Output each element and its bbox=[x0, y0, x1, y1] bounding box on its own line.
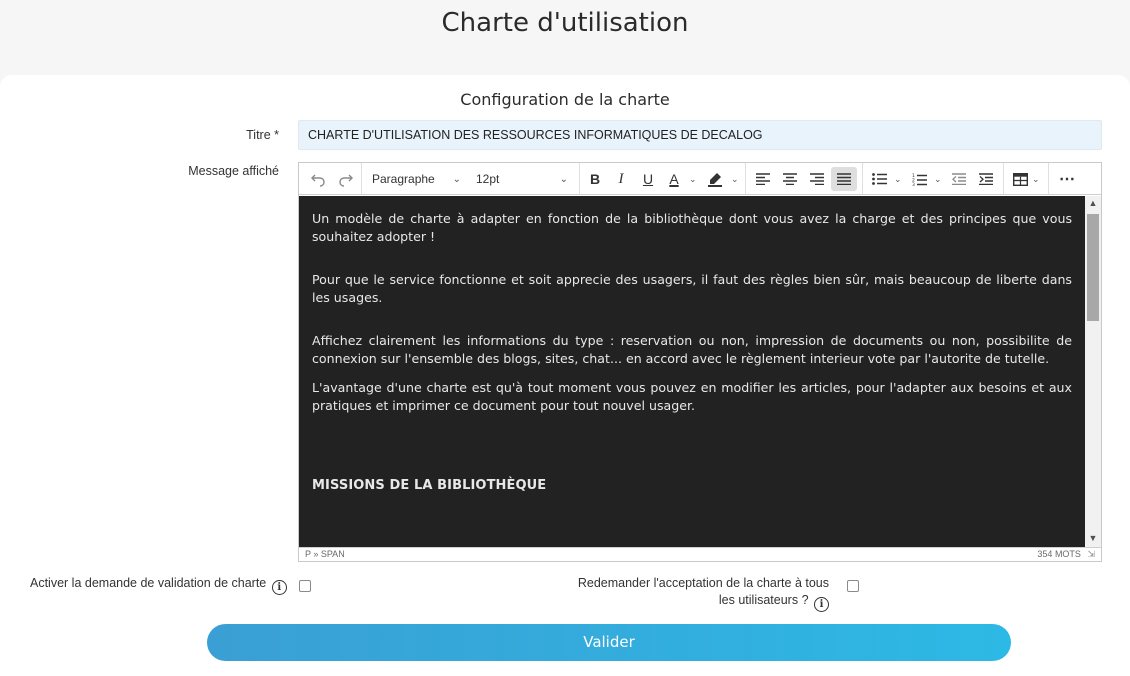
undo-icon[interactable] bbox=[305, 167, 331, 191]
reask-acceptance-label: Redemander l'acceptation de la charte à … bbox=[577, 576, 829, 612]
block-format-select[interactable]: Paragraphe ⌄ bbox=[362, 167, 467, 191]
text-color-button[interactable]: A bbox=[662, 167, 686, 191]
bullet-list-icon[interactable] bbox=[866, 167, 892, 191]
content-paragraph: L'avantage d'une charte est qu'à tout mo… bbox=[312, 380, 1072, 413]
align-center-icon[interactable] bbox=[777, 167, 803, 191]
rich-text-editor: Paragraphe ⌄ 12pt ⌄ B I U A ⌄ ⌄ ⌄ 1 2 3 … bbox=[298, 162, 1102, 562]
editor-toolbar: Paragraphe ⌄ 12pt ⌄ B I U A ⌄ ⌄ ⌄ 1 2 3 … bbox=[299, 163, 1101, 195]
enable-validation-checkbox[interactable] bbox=[299, 580, 311, 592]
section-title: Configuration de la charte bbox=[460, 90, 670, 109]
block-format-value: Paragraphe bbox=[372, 172, 435, 186]
message-label: Message affiché bbox=[188, 164, 279, 178]
content-paragraph: Un modèle de charte à adapter en fonctio… bbox=[312, 211, 1072, 244]
content-paragraph: Affichez clairement les informations du … bbox=[312, 333, 1072, 366]
content-paragraph: Pour que le service fonctionne et soit a… bbox=[312, 272, 1072, 305]
align-left-icon[interactable] bbox=[750, 167, 776, 191]
resize-handle-icon[interactable]: ⇲ bbox=[1087, 549, 1095, 559]
info-icon[interactable]: i bbox=[271, 580, 287, 595]
chevron-down-icon: ⌄ bbox=[559, 173, 568, 185]
chevron-down-icon[interactable]: ⌄ bbox=[934, 167, 942, 191]
enable-validation-label: Activer la demande de validation de char… bbox=[30, 575, 287, 595]
align-justify-icon[interactable] bbox=[831, 167, 857, 191]
table-icon[interactable] bbox=[1008, 167, 1032, 191]
scroll-up-icon[interactable]: ▲ bbox=[1085, 198, 1101, 210]
svg-text:3: 3 bbox=[912, 182, 915, 186]
chevron-down-icon[interactable]: ⌄ bbox=[894, 167, 902, 191]
page-title: Charte d'utilisation bbox=[441, 8, 689, 38]
title-label: Titre * bbox=[246, 128, 279, 142]
chevron-down-icon[interactable]: ⌄ bbox=[689, 167, 697, 191]
title-input[interactable]: CHARTE D'UTILISATION DES RESSOURCES INFO… bbox=[298, 120, 1102, 150]
numbered-list-icon[interactable]: 123 bbox=[906, 167, 932, 191]
element-path[interactable]: P » SPAN bbox=[305, 548, 345, 561]
chevron-down-icon: ⌄ bbox=[452, 173, 461, 185]
redo-icon[interactable] bbox=[333, 167, 359, 191]
editor-content[interactable]: Un modèle de charte à adapter en fonctio… bbox=[299, 196, 1085, 547]
font-size-value: 12pt bbox=[476, 172, 500, 186]
submit-button[interactable]: Valider bbox=[207, 624, 1011, 661]
editor-statusbar: P » SPAN 354 MOTS ⇲ bbox=[299, 547, 1101, 561]
font-size-select[interactable]: 12pt ⌄ bbox=[466, 167, 574, 191]
editor-scrollbar[interactable]: ▲ ▼ bbox=[1085, 196, 1101, 547]
reask-acceptance-checkbox[interactable] bbox=[847, 580, 859, 592]
scroll-down-icon[interactable]: ▼ bbox=[1085, 533, 1101, 545]
chevron-down-icon[interactable]: ⌄ bbox=[1032, 167, 1040, 191]
underline-button[interactable]: U bbox=[635, 167, 661, 191]
content-heading: MISSIONS DE LA BIBLIOTHÈQUE bbox=[312, 478, 547, 493]
more-icon[interactable]: ⋯ bbox=[1054, 167, 1080, 191]
word-count: 354 MOTS bbox=[1037, 549, 1081, 559]
italic-button[interactable]: I bbox=[608, 167, 634, 191]
form-card: Configuration de la charte Titre * CHART… bbox=[0, 75, 1130, 676]
indent-icon[interactable] bbox=[973, 167, 999, 191]
align-right-icon[interactable] bbox=[804, 167, 830, 191]
info-icon[interactable]: i bbox=[814, 597, 829, 612]
highlight-icon[interactable] bbox=[702, 167, 728, 191]
scroll-thumb[interactable] bbox=[1087, 214, 1099, 321]
outdent-icon[interactable] bbox=[946, 167, 972, 191]
chevron-down-icon[interactable]: ⌄ bbox=[731, 167, 739, 191]
bold-button[interactable]: B bbox=[582, 167, 608, 191]
